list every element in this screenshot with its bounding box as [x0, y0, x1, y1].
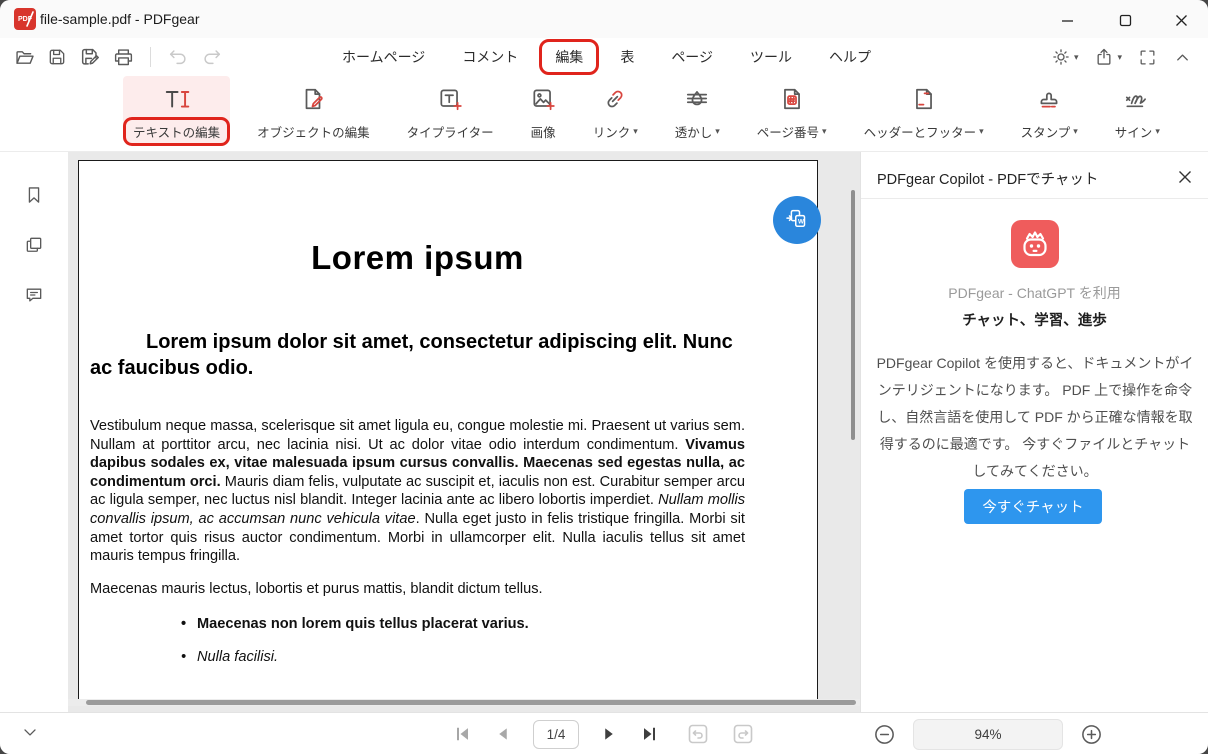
- doc-paragraph-1: Vestibulum neque massa, scelerisque sit …: [90, 417, 745, 566]
- maximize-button[interactable]: [1108, 7, 1142, 33]
- sign-button[interactable]: サイン▾: [1105, 76, 1170, 143]
- link-button[interactable]: リンク▾: [583, 76, 648, 143]
- fullscreen-icon[interactable]: [1138, 48, 1157, 67]
- copilot-title: PDFgear Copilot - PDFでチャット: [877, 168, 1098, 189]
- status-bar: [0, 712, 1208, 754]
- doc-heading: Lorem ipsum dolor sit amet, consectetur …: [90, 329, 745, 381]
- sign-icon: [1123, 82, 1151, 116]
- zoom-out-button[interactable]: [873, 723, 896, 746]
- save-icon[interactable]: [47, 47, 67, 67]
- svg-text:W: W: [798, 218, 804, 225]
- doc-paragraph-2: Maecenas mauris lectus, lobortis et puru…: [90, 580, 745, 599]
- tab-home[interactable]: ホームページ: [340, 43, 427, 71]
- header-footer-icon: [911, 82, 937, 116]
- collapse-toolbar-icon[interactable]: [1173, 48, 1192, 67]
- copilot-header: PDFgear Copilot - PDFでチャット: [861, 152, 1208, 199]
- zoom-level-input[interactable]: [913, 719, 1063, 750]
- title-bar: PDF file-sample.pdf - PDFgear: [0, 0, 1208, 38]
- stamp-button[interactable]: スタンプ▾: [1011, 76, 1088, 143]
- doc-bullet-2: Nulla facilisi.: [197, 649, 745, 665]
- edit-toolbar: テキストの編集 オブジェクトの編集 タイプライター 画像 リンク▾ 透かし▾ ペ…: [0, 76, 1208, 152]
- minimize-button[interactable]: [1050, 7, 1084, 33]
- vertical-scrollbar[interactable]: [851, 190, 855, 440]
- copilot-brand-line: PDFgear - ChatGPT を利用: [861, 283, 1208, 303]
- save-as-icon[interactable]: [79, 46, 101, 68]
- tab-help[interactable]: ヘルプ: [827, 43, 873, 71]
- copilot-description: PDFgear Copilot を使用すると、ドキュメントがインテリジェントにな…: [876, 350, 1194, 485]
- prev-page-button[interactable]: [494, 725, 512, 743]
- edit-object-button[interactable]: オブジェクトの編集: [247, 76, 380, 143]
- menu-right-icons: ▾ ▾: [1051, 42, 1192, 72]
- image-button[interactable]: 画像: [521, 76, 566, 143]
- redo-icon[interactable]: [201, 46, 223, 68]
- share-icon[interactable]: ▾: [1094, 47, 1122, 67]
- menu-tabs: ホームページ コメント 編集 表 ページ ツール ヘルプ: [340, 38, 873, 76]
- tab-page[interactable]: ページ: [669, 43, 715, 71]
- zoom-controls: [873, 713, 1103, 754]
- pdfgear-logo-icon: PDF: [14, 8, 36, 30]
- left-sidebar: [0, 152, 68, 712]
- close-panel-icon[interactable]: [1174, 166, 1196, 188]
- previous-view-button[interactable]: [686, 722, 710, 746]
- watermark-icon: [684, 82, 710, 116]
- doc-title: Lorem ipsum: [90, 239, 745, 277]
- quick-access-toolbar: [14, 42, 223, 72]
- divider: [150, 47, 151, 67]
- convert-to-word-badge[interactable]: W: [773, 196, 821, 244]
- edit-text-button[interactable]: テキストの編集: [123, 76, 230, 143]
- stamp-icon: [1036, 82, 1062, 116]
- horizontal-scrollbar[interactable]: [86, 700, 856, 705]
- next-page-button[interactable]: [600, 725, 618, 743]
- bookmarks-icon[interactable]: [24, 184, 44, 204]
- doc-bullet-1: Maecenas non lorem quis tellus placerat …: [197, 616, 745, 632]
- edit-object-icon: [300, 82, 326, 116]
- header-footer-button[interactable]: ヘッダーとフッター▾: [854, 76, 994, 143]
- print-icon[interactable]: [113, 47, 134, 68]
- page-navigation: [453, 713, 755, 754]
- copilot-robot-icon: [1011, 220, 1059, 268]
- tab-comment[interactable]: コメント: [460, 43, 520, 71]
- next-view-button[interactable]: [731, 722, 755, 746]
- close-window-button[interactable]: [1164, 7, 1198, 33]
- tab-table[interactable]: 表: [618, 43, 636, 71]
- last-page-button[interactable]: [639, 724, 659, 744]
- link-icon: [602, 82, 628, 116]
- image-icon: [530, 82, 556, 116]
- undo-icon[interactable]: [167, 46, 189, 68]
- page-number-icon: [779, 82, 805, 116]
- edit-text-icon: [163, 82, 191, 116]
- typewriter-icon: [437, 82, 463, 116]
- doc-bullet-list: Maecenas non lorem quis tellus placerat …: [90, 616, 745, 665]
- chat-now-button[interactable]: 今すぐチャット: [964, 489, 1102, 524]
- watermark-button[interactable]: 透かし▾: [665, 76, 730, 143]
- typewriter-button[interactable]: タイプライター: [397, 76, 504, 143]
- copilot-panel: PDFgear Copilot - PDFでチャット PDFgear - Cha…: [860, 152, 1208, 712]
- document-viewport[interactable]: Lorem ipsum Lorem ipsum dolor sit amet, …: [68, 152, 860, 712]
- tab-edit[interactable]: 編集: [553, 43, 585, 71]
- pdfgear-window: PDF file-sample.pdf - PDFgear ホームページ コメン…: [0, 0, 1208, 754]
- copilot-tagline: チャット、学習、進歩: [861, 309, 1208, 330]
- tab-tools[interactable]: ツール: [748, 43, 794, 71]
- page-thumbnails-icon[interactable]: [24, 234, 44, 254]
- window-title: file-sample.pdf - PDFgear: [40, 11, 200, 27]
- page-number-input[interactable]: [533, 720, 579, 749]
- collapse-sidebar-icon[interactable]: [20, 722, 40, 742]
- theme-icon[interactable]: ▾: [1051, 47, 1079, 67]
- comments-panel-icon[interactable]: [24, 284, 44, 304]
- first-page-button[interactable]: [453, 724, 473, 744]
- open-file-icon[interactable]: [14, 47, 35, 68]
- page-number-button[interactable]: ページ番号▾: [747, 76, 837, 143]
- pdf-page[interactable]: Lorem ipsum Lorem ipsum dolor sit amet, …: [78, 160, 818, 700]
- zoom-in-button[interactable]: [1080, 723, 1103, 746]
- menu-bar: ホームページ コメント 編集 表 ページ ツール ヘルプ ▾ ▾: [0, 38, 1208, 76]
